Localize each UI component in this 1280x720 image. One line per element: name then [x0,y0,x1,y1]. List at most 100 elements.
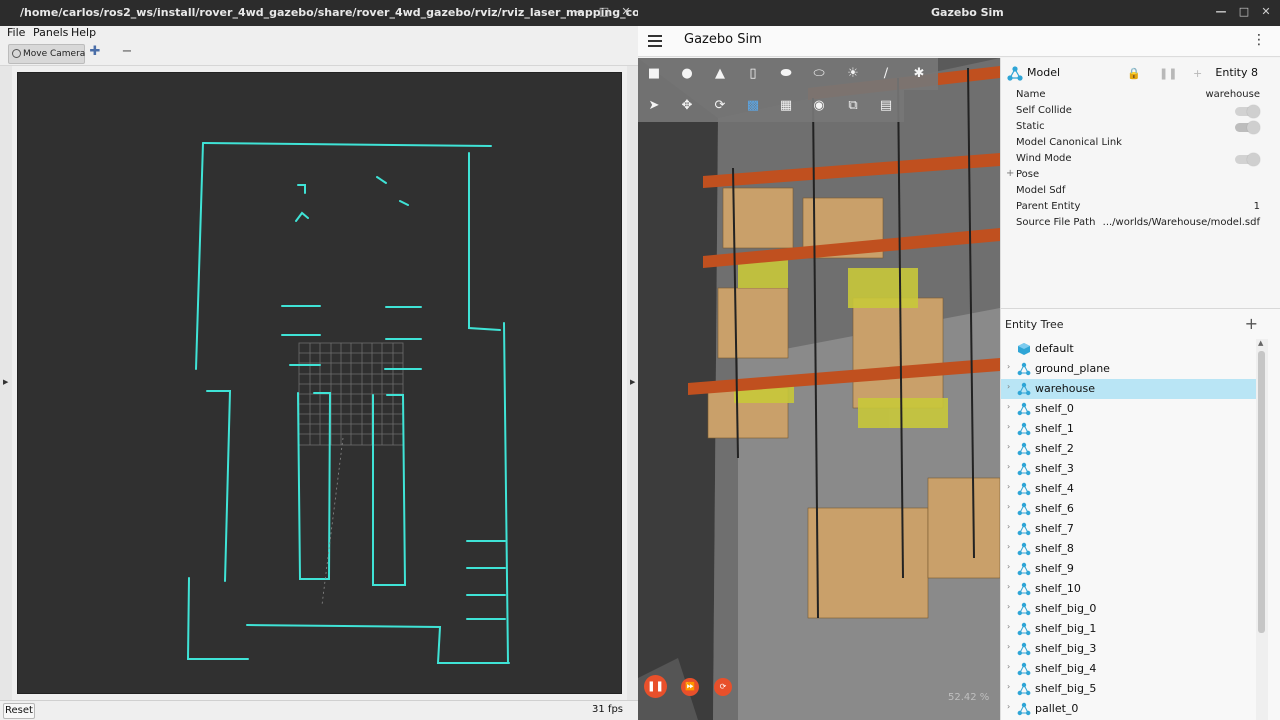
chevron-right-icon[interactable]: › [1007,462,1010,471]
maximize-icon[interactable]: □ [597,5,611,19]
lock-icon[interactable]: 🔒 [1127,67,1141,80]
minimize-icon[interactable]: — [1214,5,1228,19]
rotate-icon[interactable]: ⟳ [711,97,729,115]
hamburger-menu-icon[interactable] [648,35,662,47]
reset-sim-icon[interactable]: ⟳ [714,678,732,696]
menu-panels[interactable]: Panels [33,26,68,39]
tree-item-shelf-1[interactable]: › shelf_1 [1001,419,1256,439]
chevron-right-icon[interactable]: › [1007,482,1010,491]
chevron-right-icon[interactable]: › [1007,422,1010,431]
grid-icon[interactable]: ▦ [777,97,795,115]
menu-file[interactable]: File [7,26,25,39]
chevron-right-icon[interactable]: › [1007,382,1010,391]
gazebo-window: Gazebo Sim — □ ✕ Gazebo Sim ⋮ ■ ● ▲ ▯ ⬬ … [638,0,1280,720]
more-options-icon[interactable]: ⋮ [1252,32,1266,48]
tree-item-shelf-3[interactable]: › shelf_3 [1001,459,1256,479]
rviz-window: /home/carlos/ros2_ws/install/rover_4wd_g… [0,0,735,720]
tree-item-ground-plane[interactable]: › ground_plane [1001,359,1256,379]
maximize-icon[interactable]: □ [1237,5,1251,19]
translate-icon[interactable]: ✥ [678,97,696,115]
select-icon[interactable]: ➤ [645,97,663,115]
tree-item-shelf-9[interactable]: › shelf_9 [1001,559,1256,579]
paste-icon[interactable]: ▤ [877,97,895,115]
chevron-right-icon[interactable]: › [1007,582,1010,591]
chevron-right-icon[interactable]: › [1007,362,1010,371]
tree-scrollbar[interactable]: ▲ [1256,339,1268,720]
tree-item-label: default [1035,342,1074,355]
point-light-icon[interactable]: ☀ [844,65,862,83]
sphere-shape-icon[interactable]: ● [678,65,696,83]
spot-light-icon[interactable]: ✱ [910,65,928,83]
chevron-right-icon[interactable]: › [1007,522,1010,531]
tree-item-warehouse[interactable]: › warehouse [1001,379,1256,399]
tree-item-shelf-big-4[interactable]: › shelf_big_4 [1001,659,1256,679]
cone-shape-icon[interactable]: ▲ [711,65,729,83]
tree-item-label: shelf_big_3 [1035,642,1097,655]
chevron-right-icon[interactable]: › [1007,662,1010,671]
close-icon[interactable]: ✕ [1259,5,1273,19]
wind-mode-toggle[interactable] [1235,153,1260,166]
chevron-right-icon[interactable]: › [1007,682,1010,691]
directional-light-icon[interactable]: ∕ [877,65,895,83]
chevron-right-icon[interactable]: › [1007,442,1010,451]
left-panel-collapse[interactable]: ▶ [0,66,12,700]
menu-help[interactable]: Help [71,26,96,39]
chevron-right-icon[interactable]: › [1007,402,1010,411]
tree-item-shelf-6[interactable]: › shelf_6 [1001,499,1256,519]
chevron-right-icon[interactable]: › [1007,642,1010,651]
move-camera-icon [12,49,21,58]
step-icon[interactable]: ⏩ [681,678,699,696]
cylinder-shape-icon[interactable]: ▯ [744,65,762,83]
right-panel-collapse[interactable]: ▶ [627,66,638,700]
rviz-statusbar: Reset 31 fps [0,700,638,720]
reset-button[interactable]: Reset [3,703,35,719]
tree-item-shelf-big-0[interactable]: › shelf_big_0 [1001,599,1256,619]
box-shape-icon[interactable]: ■ [645,65,663,83]
chevron-right-icon[interactable]: › [1007,702,1010,711]
chevron-right-icon[interactable]: › [1007,602,1010,611]
tree-item-shelf-2[interactable]: › shelf_2 [1001,439,1256,459]
scroll-thumb[interactable] [1258,351,1265,633]
tree-item-shelf-7[interactable]: › shelf_7 [1001,519,1256,539]
gazebo-3d-scene[interactable]: ■ ● ▲ ▯ ⬬ ⬭ ☀ ∕ ✱ ➤ ✥ ⟳ ▩ ▦ ◉ ⧉ ▤ ❚❚ ⏩ ⟳… [638,58,1000,720]
tree-item-label: shelf_big_5 [1035,682,1097,695]
chevron-right-icon[interactable]: › [1007,542,1010,551]
tree-item-shelf-10[interactable]: › shelf_10 [1001,579,1256,599]
ellipsoid-shape-icon[interactable]: ⬭ [810,65,828,83]
tree-item-shelf-0[interactable]: › shelf_0 [1001,399,1256,419]
chevron-right-icon[interactable]: › [1007,622,1010,631]
scroll-up-icon[interactable]: ▲ [1258,339,1263,347]
snap-icon[interactable]: ▩ [744,97,762,115]
warehouse-render [638,58,1000,720]
tree-item-pallet-0[interactable]: › pallet_0 [1001,699,1256,719]
add-entity-icon[interactable]: + [1245,314,1258,333]
close-icon[interactable]: ✕ [619,5,633,19]
add-component-icon[interactable]: + [1193,67,1202,80]
self-collide-toggle[interactable] [1235,105,1260,118]
minimize-icon[interactable]: — [572,5,586,19]
screenshot-icon[interactable]: ◉ [810,97,828,115]
pause-icon[interactable]: ❚❚ [644,675,667,698]
prop-key: Model Sdf [1016,185,1066,196]
model-icon [1017,402,1031,416]
expand-icon[interactable]: + [1006,168,1014,179]
tree-item-shelf-big-5[interactable]: › shelf_big_5 [1001,679,1256,699]
chevron-right-icon[interactable]: › [1007,502,1010,511]
tree-item-shelf-4[interactable]: › shelf_4 [1001,479,1256,499]
model-icon [1017,442,1031,456]
move-camera-button[interactable]: Move Camera [8,44,85,64]
tree-item-shelf-big-1[interactable]: › shelf_big_1 [1001,619,1256,639]
tree-item-shelf-big-3[interactable]: › shelf_big_3 [1001,639,1256,659]
add-tool-icon[interactable]: ✚ [88,45,102,59]
static-toggle[interactable] [1235,121,1260,134]
rviz-3d-view[interactable] [17,72,622,694]
chevron-right-icon[interactable]: › [1007,562,1010,571]
copy-icon[interactable]: ⧉ [844,97,862,115]
prop-pose[interactable]: + Pose [1001,168,1280,184]
tree-item-shelf-8[interactable]: › shelf_8 [1001,539,1256,559]
prop-value: 1 [1253,201,1260,212]
tree-item-default[interactable]: default [1001,339,1256,359]
remove-tool-icon[interactable]: − [120,45,134,59]
capsule-shape-icon[interactable]: ⬬ [777,65,795,83]
pause-updates-icon[interactable]: ❚❚ [1159,67,1177,80]
